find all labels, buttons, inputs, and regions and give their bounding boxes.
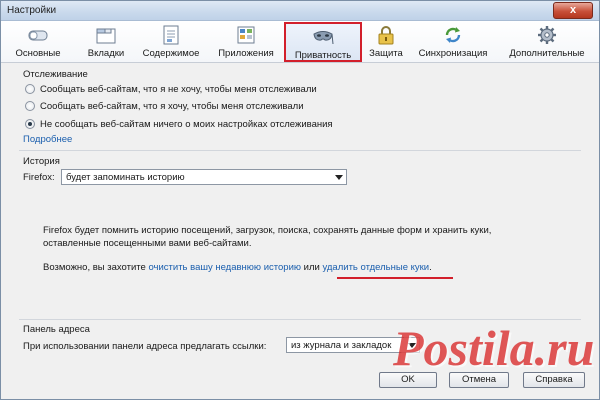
tab-label: Содержимое	[142, 48, 200, 59]
history-hint: Возможно, вы захотите очистить вашу неда…	[43, 262, 432, 273]
address-bar-label: При использовании панели адреса предлага…	[23, 341, 267, 352]
hint-or: или	[303, 262, 320, 273]
preferences-window: Настройки x Основные Вкладки Содержимое …	[0, 0, 600, 400]
tab-applications[interactable]: Приложения	[213, 22, 279, 62]
tab-label: Синхронизация	[418, 48, 488, 59]
radio-label: Сообщать веб-сайтам, что я не хочу, чтоб…	[40, 83, 317, 95]
firefox-history-label: Firefox:	[23, 172, 55, 183]
radio-button[interactable]	[25, 84, 35, 94]
address-bar-value: из журнала и закладок	[291, 340, 392, 351]
document-icon	[163, 25, 179, 45]
window-close-button[interactable]: x	[553, 2, 593, 19]
chevron-down-icon	[335, 175, 343, 180]
tab-advanced[interactable]: Дополнительные	[503, 22, 591, 62]
remove-cookies-link[interactable]: удалить отдельные куки	[322, 262, 429, 273]
tab-label: Вкладки	[87, 48, 125, 59]
tracking-option-allow-track[interactable]: Сообщать веб-сайтам, что я хочу, чтобы м…	[25, 99, 304, 113]
radio-label: Не сообщать веб-сайтам ничего о моих нас…	[40, 118, 333, 130]
tab-label: Приложения	[218, 48, 274, 59]
radio-label: Сообщать веб-сайтам, что я хочу, чтобы м…	[40, 100, 304, 112]
highlight-underline	[337, 277, 453, 279]
section-divider	[19, 150, 581, 151]
watermark-logo: Postila.ru	[393, 320, 595, 376]
hint-suffix: .	[429, 262, 432, 273]
tab-label: Основные	[15, 48, 61, 59]
sync-icon	[445, 27, 461, 43]
tab-content[interactable]: Содержимое	[137, 22, 205, 62]
title-bar[interactable]: Настройки x	[1, 1, 599, 21]
tab-label: Защита	[369, 48, 403, 59]
tab-privacy[interactable]: Приватность	[284, 22, 362, 62]
tracking-heading: Отслеживание	[23, 69, 88, 80]
tabs-icon	[96, 28, 116, 44]
gear-icon	[538, 26, 556, 44]
tab-general[interactable]: Основные	[9, 22, 67, 62]
applications-icon	[237, 26, 255, 44]
history-mode-value: будет запоминать историю	[66, 172, 185, 183]
tab-label: Приватность	[294, 50, 352, 61]
mask-icon	[313, 31, 334, 45]
tab-security[interactable]: Защита	[364, 22, 408, 62]
tab-label: Дополнительные	[509, 48, 585, 59]
tracking-option-do-not-track[interactable]: Сообщать веб-сайтам, что я не хочу, чтоб…	[25, 82, 317, 96]
history-mode-select[interactable]: будет запоминать историю	[61, 169, 347, 185]
hint-prefix: Возможно, вы захотите	[43, 262, 146, 273]
tab-tabs[interactable]: Вкладки	[79, 22, 133, 62]
window-title: Настройки	[7, 5, 57, 16]
address-bar-heading: Панель адреса	[23, 324, 90, 335]
tracking-option-no-preference[interactable]: Не сообщать веб-сайтам ничего о моих нас…	[25, 117, 333, 131]
history-description: Firefox будет помнить историю посещений,…	[43, 225, 492, 249]
tab-sync[interactable]: Синхронизация	[413, 22, 493, 62]
toggle-switch-icon	[28, 30, 48, 41]
lock-icon	[378, 26, 394, 45]
radio-button-checked[interactable]	[25, 119, 35, 129]
history-heading: История	[23, 156, 60, 167]
radio-button[interactable]	[25, 101, 35, 111]
tracking-more-link[interactable]: Подробнее	[23, 134, 72, 145]
preferences-toolbar: Основные Вкладки Содержимое Приложения П…	[1, 21, 599, 63]
clear-history-link[interactable]: очистить вашу недавнюю историю	[148, 262, 301, 273]
